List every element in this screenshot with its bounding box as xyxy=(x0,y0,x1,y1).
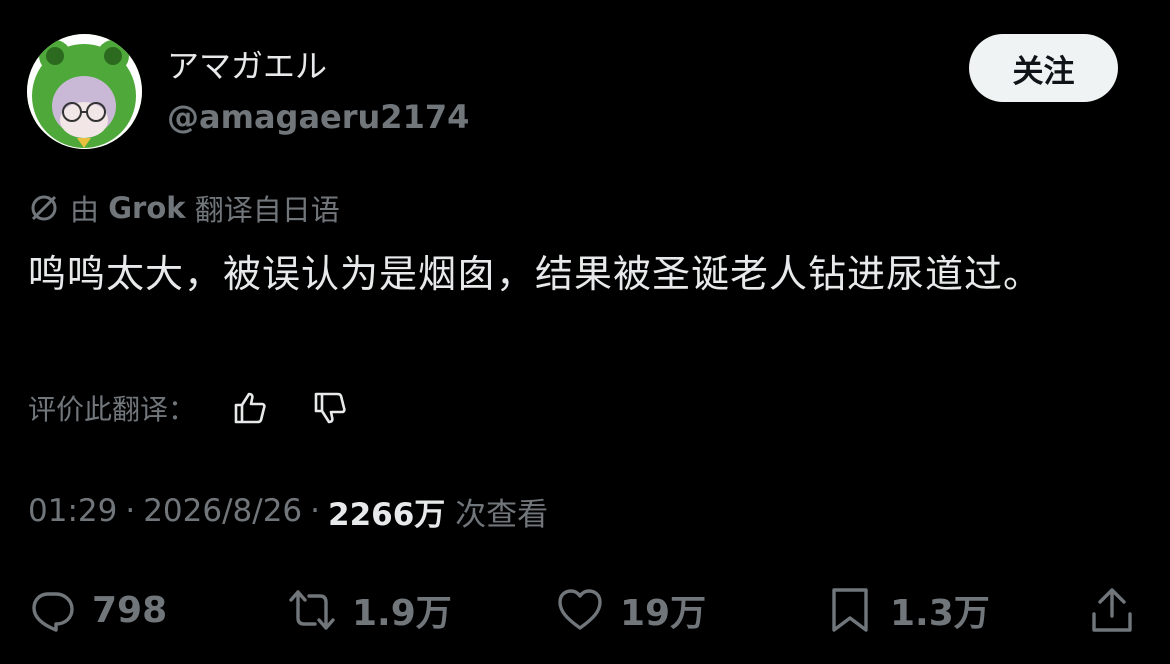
post-meta: 01:29 · 2026/8/26 · 2266万 次查看 xyxy=(28,489,548,533)
view-count-label: 次查看 xyxy=(455,496,549,533)
user-handle[interactable]: @amagaeru2174 xyxy=(167,97,469,137)
thumbs-up-icon xyxy=(234,392,266,424)
like-count: 19万 xyxy=(620,593,707,634)
post-date[interactable]: 2026/8/26 xyxy=(143,493,302,529)
rate-translation-label: 评价此翻译： xyxy=(28,393,197,426)
translation-suffix: 翻译自日语 xyxy=(194,193,340,227)
share-icon xyxy=(1092,588,1132,632)
repost-count: 1.9万 xyxy=(352,593,452,634)
rate-translation: 评价此翻译： xyxy=(28,386,350,430)
reply-count: 798 xyxy=(92,589,168,631)
post-time[interactable]: 01:29 xyxy=(28,493,117,529)
post-text: 鸣鸣太大，被误认为是烟囱，结果被圣诞老人钻进尿道过。 xyxy=(28,252,1043,296)
thumbs-down-button[interactable] xyxy=(310,388,350,428)
view-count: 2266万 xyxy=(328,496,446,533)
follow-button[interactable]: 关注 xyxy=(969,34,1118,102)
reply-icon xyxy=(32,592,74,632)
action-bar: 798 1.9万 19万 1.3万 xyxy=(0,575,1170,645)
avatar-image xyxy=(27,34,142,149)
reply-button[interactable]: 798 xyxy=(28,575,167,645)
repost-button[interactable]: 1.9万 xyxy=(288,575,452,645)
like-icon xyxy=(558,589,602,630)
meta-separator: · xyxy=(310,493,321,529)
translation-engine: Grok xyxy=(108,191,186,225)
like-button[interactable]: 19万 xyxy=(556,575,706,645)
thumbs-up-button[interactable] xyxy=(230,388,270,428)
bookmark-count: 1.3万 xyxy=(890,593,990,634)
avatar[interactable] xyxy=(27,34,142,149)
bookmark-icon xyxy=(832,588,868,632)
repost-icon xyxy=(289,590,335,630)
bookmark-button[interactable]: 1.3万 xyxy=(826,575,990,645)
thumbs-down-icon xyxy=(314,392,346,424)
translation-notice[interactable]: 由 Grok 翻译自日语 xyxy=(28,189,340,227)
translate-slash-icon xyxy=(31,195,57,221)
meta-separator: · xyxy=(125,493,136,529)
share-button[interactable] xyxy=(1088,575,1136,645)
display-name[interactable]: アマガエル xyxy=(167,46,327,86)
translation-prefix: 由 xyxy=(70,193,100,227)
